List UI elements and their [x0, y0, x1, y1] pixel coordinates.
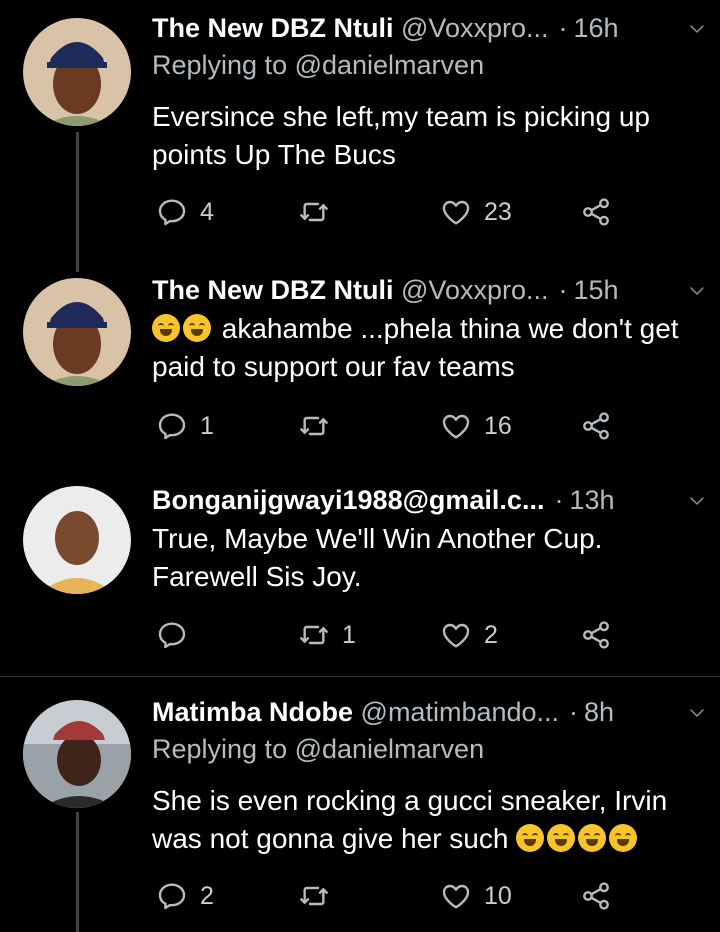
separator-dot: · — [554, 485, 564, 515]
rofl-emoji — [516, 824, 545, 852]
share-button[interactable] — [580, 878, 612, 914]
action-bar: 1 2 — [156, 617, 720, 653]
retweet-button[interactable] — [298, 194, 342, 230]
avatar[interactable] — [23, 486, 131, 594]
reply-icon — [156, 196, 188, 228]
rofl-emoji — [152, 314, 180, 342]
tweet-header: The New DBZ Ntuli @Voxxpro... · 16h — [152, 8, 704, 48]
timestamp[interactable]: 15h — [574, 275, 619, 305]
thread-line — [76, 812, 79, 932]
tweet-header: Bonganijgwayi1988@gmail.c... · 13h — [152, 480, 704, 520]
chevron-down-icon[interactable] — [688, 20, 706, 38]
tweet[interactable]: Bonganijgwayi1988@gmail.c... · 13h True, M… — [0, 480, 720, 676]
reply-count: 4 — [200, 197, 214, 226]
rofl-emoji — [578, 824, 607, 852]
rofl-emoji — [183, 314, 211, 342]
display-name[interactable]: The New DBZ Ntuli — [152, 13, 394, 43]
action-bar: 2 10 — [156, 878, 720, 914]
tweet[interactable]: Matimba Ndobe @matimbando... · 8h Replying… — [0, 692, 720, 932]
share-icon — [580, 880, 612, 912]
heart-icon — [440, 410, 472, 442]
retweet-icon — [298, 619, 330, 651]
tweet[interactable]: The New DBZ Ntuli @Voxxpro... · 15h akaham… — [0, 270, 720, 478]
thread-line — [76, 132, 79, 272]
tweet-header: Matimba Ndobe @matimbando... · 8h — [152, 692, 704, 732]
replying-to[interactable]: Replying to @danielmarven — [152, 734, 484, 765]
tweet-header: The New DBZ Ntuli @Voxxpro... · 15h — [152, 270, 704, 310]
rofl-emoji — [547, 824, 576, 852]
tweet-body: She is even rocking a gucci sneaker, Irv… — [152, 782, 690, 858]
display-name[interactable]: Bonganijgwayi1988@gmail.c... — [152, 485, 544, 515]
action-bar: 1 16 — [156, 408, 720, 444]
tweet-text: True, Maybe We'll Win Another Cup. Farew… — [152, 523, 603, 592]
like-count: 16 — [484, 411, 512, 440]
reply-count: 1 — [200, 411, 214, 440]
retweet-button[interactable] — [298, 408, 342, 444]
avatar[interactable] — [23, 278, 131, 386]
heart-icon — [440, 880, 472, 912]
timestamp[interactable]: 8h — [584, 697, 614, 727]
like-button[interactable]: 2 — [440, 617, 498, 653]
avatar[interactable] — [23, 700, 131, 808]
retweet-button[interactable] — [298, 878, 342, 914]
like-button[interactable]: 10 — [440, 878, 512, 914]
tweet-body: akahambe ...phela thina we don't get pai… — [152, 310, 690, 386]
retweet-icon — [298, 196, 330, 228]
chevron-down-icon[interactable] — [688, 492, 706, 510]
like-count: 23 — [484, 197, 512, 226]
like-button[interactable]: 23 — [440, 194, 512, 230]
reply-button[interactable] — [156, 617, 200, 653]
retweet-icon — [298, 410, 330, 442]
share-icon — [580, 196, 612, 228]
reply-icon — [156, 410, 188, 442]
separator-dot: · — [558, 275, 568, 305]
action-bar: 4 23 — [156, 194, 720, 230]
reply-icon — [156, 619, 188, 651]
like-button[interactable]: 16 — [440, 408, 512, 444]
avatar[interactable] — [23, 18, 131, 126]
share-button[interactable] — [580, 617, 612, 653]
user-handle[interactable]: @matimbando... — [361, 697, 560, 727]
share-icon — [580, 410, 612, 442]
tweet-text: akahambe ...phela thina we don't get pai… — [152, 313, 679, 382]
replying-to[interactable]: Replying to @danielmarven — [152, 50, 484, 81]
retweet-button[interactable]: 1 — [298, 617, 356, 653]
separator-dot: · — [569, 697, 579, 727]
display-name[interactable]: The New DBZ Ntuli — [152, 275, 394, 305]
retweet-icon — [298, 880, 330, 912]
share-button[interactable] — [580, 194, 612, 230]
like-count: 10 — [484, 881, 512, 910]
timestamp[interactable]: 16h — [574, 13, 619, 43]
heart-icon — [440, 196, 472, 228]
chevron-down-icon[interactable] — [688, 704, 706, 722]
rofl-emoji — [609, 824, 638, 852]
display-name[interactable]: Matimba Ndobe — [152, 697, 353, 727]
heart-icon — [440, 619, 472, 651]
reply-count: 2 — [200, 881, 214, 910]
tweet-text: Eversince she left,my team is picking up… — [152, 101, 650, 170]
user-handle[interactable]: @Voxxpro... — [401, 275, 548, 305]
reply-button[interactable]: 4 — [156, 194, 214, 230]
share-icon — [580, 619, 612, 651]
timestamp[interactable]: 13h — [569, 485, 614, 515]
divider — [0, 676, 720, 677]
reply-icon — [156, 880, 188, 912]
like-count: 2 — [484, 620, 498, 649]
tweet[interactable]: The New DBZ Ntuli @Voxxpro... · 16h Replyi… — [0, 8, 720, 272]
chevron-down-icon[interactable] — [688, 282, 706, 300]
reply-button[interactable]: 1 — [156, 408, 214, 444]
user-handle[interactable]: @Voxxpro... — [401, 13, 548, 43]
separator-dot: · — [558, 13, 568, 43]
retweet-count: 1 — [342, 620, 356, 649]
reply-button[interactable]: 2 — [156, 878, 214, 914]
share-button[interactable] — [580, 408, 612, 444]
